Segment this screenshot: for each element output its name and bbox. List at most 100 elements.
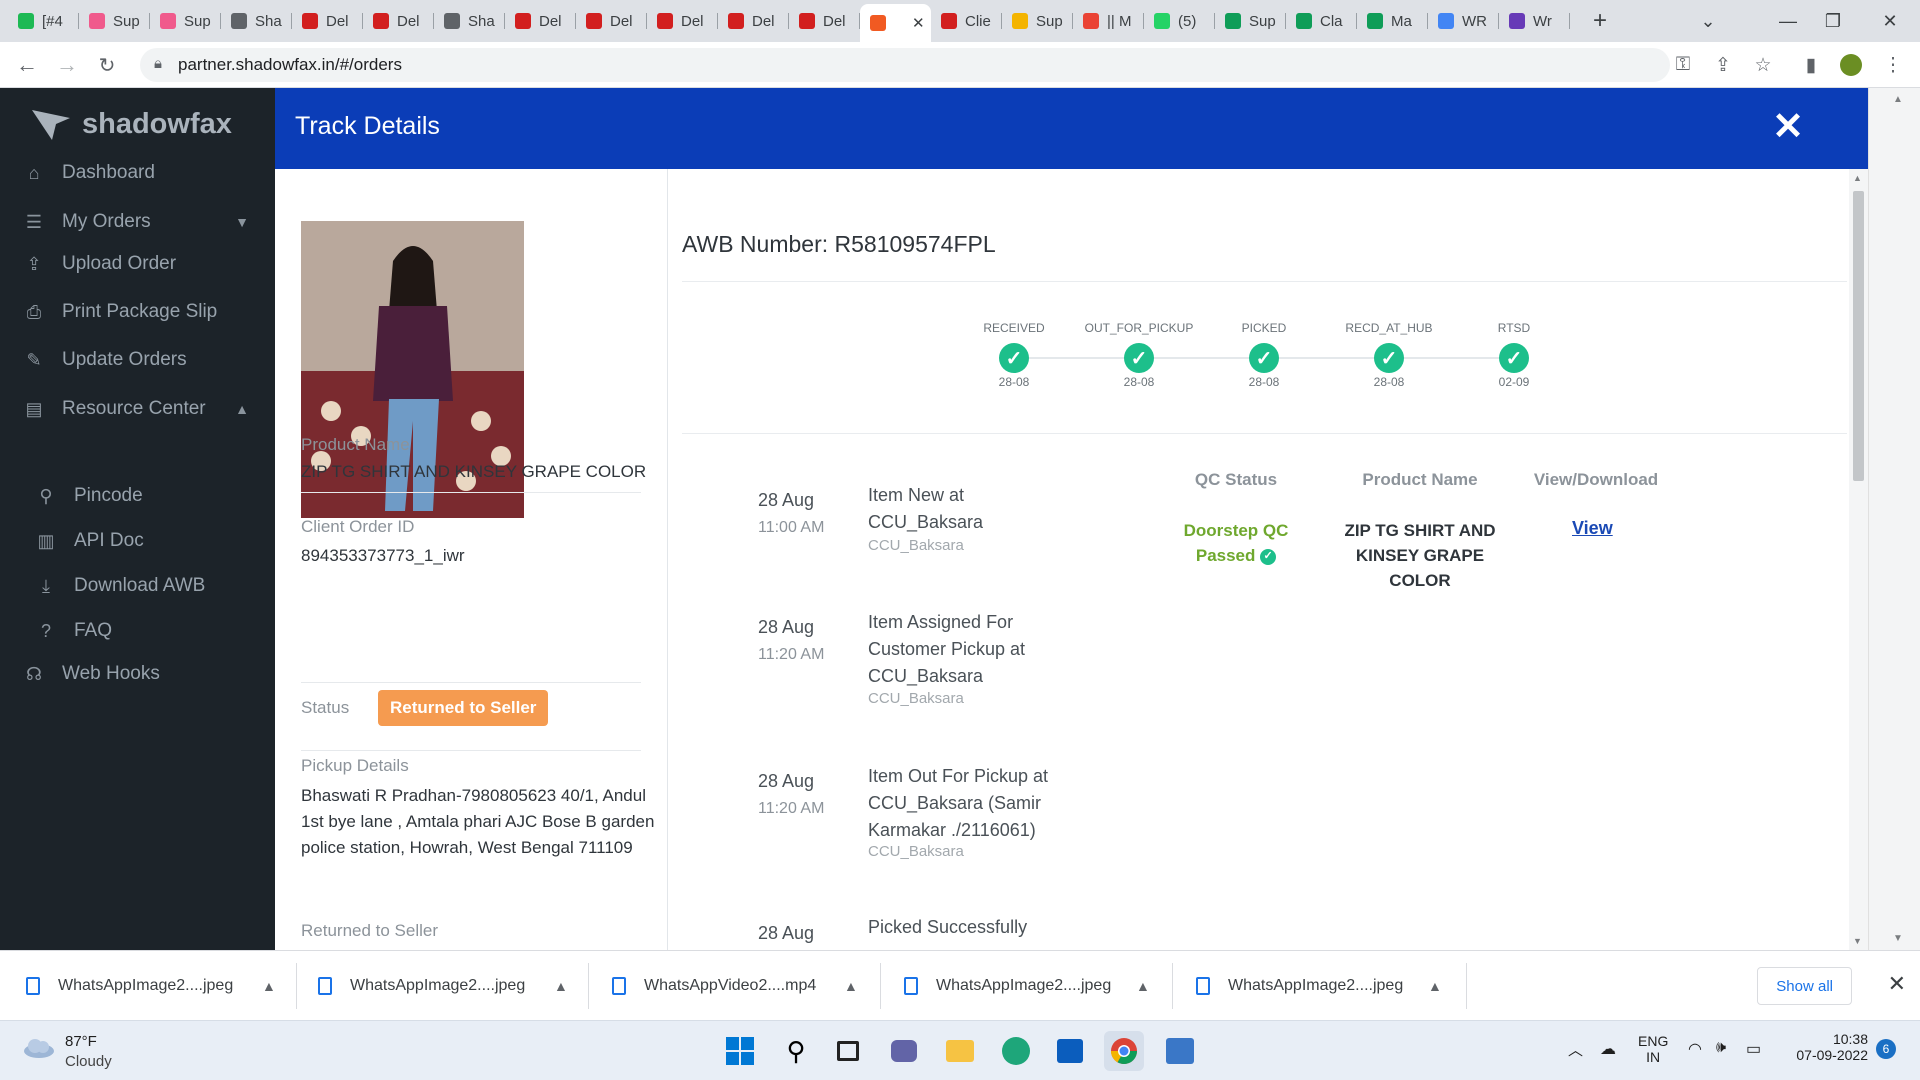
browser-tab[interactable]: Sup bbox=[1215, 6, 1286, 36]
download-item[interactable]: WhatsAppImage2....jpeg ▲ bbox=[1196, 951, 1442, 1021]
file-explorer-icon[interactable] bbox=[940, 1031, 980, 1071]
bookmark-star-icon[interactable]: ☆ bbox=[1750, 52, 1776, 78]
window-close-icon[interactable]: ✕ bbox=[1862, 0, 1918, 42]
modal-scrollbar[interactable]: ▲ ▼ bbox=[1849, 169, 1868, 950]
page-scrollbar[interactable]: ▲ ▼ bbox=[1868, 88, 1920, 950]
restore-icon[interactable]: ❐ bbox=[1805, 0, 1861, 42]
file-icon bbox=[612, 977, 626, 995]
scrollbar-thumb[interactable] bbox=[1853, 191, 1864, 481]
browser-tab[interactable]: [#4 bbox=[8, 6, 79, 36]
brand-logo[interactable]: shadowfax bbox=[30, 104, 232, 144]
step-date: 28-08 bbox=[1248, 375, 1280, 389]
sidebar-item-dashboard[interactable]: ⌂ Dashboard bbox=[0, 162, 275, 184]
profile-avatar[interactable] bbox=[1838, 52, 1864, 78]
browser-tab[interactable]: Del bbox=[576, 6, 647, 36]
weather-temp[interactable]: 87°F bbox=[65, 1033, 97, 1050]
photos-icon[interactable] bbox=[1160, 1031, 1200, 1071]
teams-chat-icon[interactable] bbox=[884, 1031, 924, 1071]
side-panel-icon[interactable]: ▮ bbox=[1798, 52, 1824, 78]
browser-tab[interactable]: Sup bbox=[150, 6, 221, 36]
close-icon[interactable]: ✕ bbox=[1772, 108, 1804, 146]
windows-start-icon[interactable] bbox=[720, 1031, 760, 1071]
chevron-up-icon[interactable]: ▲ bbox=[1428, 978, 1442, 994]
browser-tab[interactable]: Del bbox=[505, 6, 576, 36]
browser-tab[interactable]: Del bbox=[647, 6, 718, 36]
back-icon[interactable]: ← bbox=[12, 50, 42, 80]
browser-tab[interactable]: (5) bbox=[1144, 6, 1215, 36]
battery-icon[interactable]: ▭ bbox=[1746, 1039, 1761, 1059]
browser-tab[interactable]: Sup bbox=[79, 6, 150, 36]
key-icon[interactable]: ⚿ bbox=[1670, 52, 1696, 78]
browser-tab[interactable]: Clie bbox=[931, 6, 1002, 36]
sidebar-item-update-orders[interactable]: ✎ Update Orders bbox=[0, 349, 275, 371]
wifi-icon[interactable]: ◠ bbox=[1688, 1039, 1702, 1059]
weather-condition[interactable]: Cloudy bbox=[65, 1053, 112, 1070]
chevron-up-icon[interactable]: ▲ bbox=[844, 978, 858, 994]
view-link[interactable]: View bbox=[1572, 518, 1613, 539]
show-all-button[interactable]: Show all bbox=[1757, 967, 1852, 1005]
browser-tab[interactable]: ✕ bbox=[860, 4, 931, 42]
share-icon[interactable]: ⇪ bbox=[1710, 52, 1736, 78]
chevron-up-icon[interactable]: ▲ bbox=[554, 978, 568, 994]
sidebar-item-pincode[interactable]: ⚲ Pincode bbox=[0, 485, 275, 507]
sidebar: shadowfax ⌂ Dashboard ☰ My Orders ▼ ⇪ Up… bbox=[0, 88, 275, 950]
clock[interactable]: 10:38 07-09-2022 bbox=[1784, 1031, 1868, 1063]
browser-tab[interactable]: WR bbox=[1428, 6, 1499, 36]
sidebar-item-download-awb[interactable]: ⤓ Download AWB bbox=[0, 575, 275, 597]
browser-tab[interactable]: Del bbox=[292, 6, 363, 36]
edge-icon[interactable] bbox=[996, 1031, 1036, 1071]
browser-tab[interactable]: Wr bbox=[1499, 6, 1570, 36]
browser-tab[interactable]: || M bbox=[1073, 6, 1144, 36]
cloud-icon[interactable] bbox=[22, 1037, 56, 1059]
tab-label: Del bbox=[681, 12, 704, 30]
download-item[interactable]: WhatsAppImage2....jpeg ▲ bbox=[26, 951, 276, 1021]
browser-tab[interactable]: Sha bbox=[434, 6, 505, 36]
lock-icon[interactable]: 🔒︎ bbox=[154, 55, 162, 72]
search-icon[interactable]: ⚲ bbox=[776, 1031, 816, 1071]
chrome-icon[interactable] bbox=[1104, 1031, 1144, 1071]
browser-tab[interactable]: Sup bbox=[1002, 6, 1073, 36]
sidebar-item-resource-center[interactable]: ▤ Resource Center ▲ bbox=[0, 398, 275, 420]
close-icon[interactable]: ✕ bbox=[1888, 971, 1906, 997]
browser-tab[interactable]: Del bbox=[789, 6, 860, 36]
browser-tab[interactable]: Sha bbox=[221, 6, 292, 36]
browser-tab[interactable]: Cla bbox=[1286, 6, 1357, 36]
sidebar-item-faq[interactable]: ? FAQ bbox=[0, 620, 275, 642]
language-indicator[interactable]: ENG IN bbox=[1638, 1033, 1668, 1065]
scroll-down-icon[interactable]: ▼ bbox=[1893, 933, 1903, 944]
volume-icon[interactable]: 🕪︎ bbox=[1716, 1039, 1726, 1057]
sidebar-item-label: Print Package Slip bbox=[62, 301, 218, 322]
tab-favicon-icon bbox=[160, 13, 176, 29]
onedrive-icon[interactable]: ☁ bbox=[1600, 1039, 1616, 1059]
chevron-up-icon[interactable]: ▲ bbox=[262, 978, 276, 994]
sidebar-item-upload-order[interactable]: ⇪ Upload Order bbox=[0, 253, 275, 275]
new-tab-icon[interactable]: + bbox=[1572, 0, 1628, 42]
download-item[interactable]: WhatsAppImage2....jpeg ▲ bbox=[904, 951, 1150, 1021]
address-bar[interactable]: 🔒︎ partner.shadowfax.in/#/orders bbox=[140, 48, 1670, 82]
chevron-up-icon[interactable]: ▲ bbox=[1136, 978, 1150, 994]
download-item[interactable]: WhatsAppImage2....jpeg ▲ bbox=[318, 951, 568, 1021]
browser-tab[interactable]: Ma bbox=[1357, 6, 1428, 36]
browser-tab[interactable]: Del bbox=[363, 6, 434, 36]
scroll-up-icon[interactable]: ▲ bbox=[1893, 94, 1903, 105]
store-icon[interactable] bbox=[1050, 1031, 1090, 1071]
tab-search-icon[interactable]: ⌄ bbox=[1680, 0, 1736, 42]
sidebar-item-my-orders[interactable]: ☰ My Orders ▼ bbox=[0, 211, 275, 233]
sidebar-item-web-hooks[interactable]: ☊ Web Hooks bbox=[0, 663, 275, 685]
reload-icon[interactable]: ↻ bbox=[92, 50, 122, 80]
scroll-up-icon[interactable]: ▲ bbox=[1853, 173, 1862, 183]
forward-icon[interactable]: → bbox=[52, 50, 82, 80]
browser-tab[interactable]: Del bbox=[718, 6, 789, 36]
browser-menu-icon[interactable]: ⋮ bbox=[1880, 52, 1906, 78]
show-hidden-icons-icon[interactable]: ︿ bbox=[1568, 1039, 1583, 1060]
tab-label: Sup bbox=[184, 12, 211, 30]
download-item[interactable]: WhatsAppVideo2....mp4 ▲ bbox=[612, 951, 858, 1021]
sidebar-item-print-package-slip[interactable]: ⎙ Print Package Slip bbox=[0, 301, 275, 323]
task-view-icon[interactable] bbox=[828, 1031, 868, 1071]
file-icon bbox=[26, 977, 40, 995]
tab-close-icon[interactable]: ✕ bbox=[912, 14, 925, 32]
notification-badge[interactable]: 6 bbox=[1876, 1039, 1896, 1059]
scroll-down-icon[interactable]: ▼ bbox=[1853, 936, 1862, 946]
download-filename: WhatsAppImage2....jpeg bbox=[350, 977, 526, 994]
sidebar-item-api-doc[interactable]: ▥ API Doc bbox=[0, 530, 275, 552]
